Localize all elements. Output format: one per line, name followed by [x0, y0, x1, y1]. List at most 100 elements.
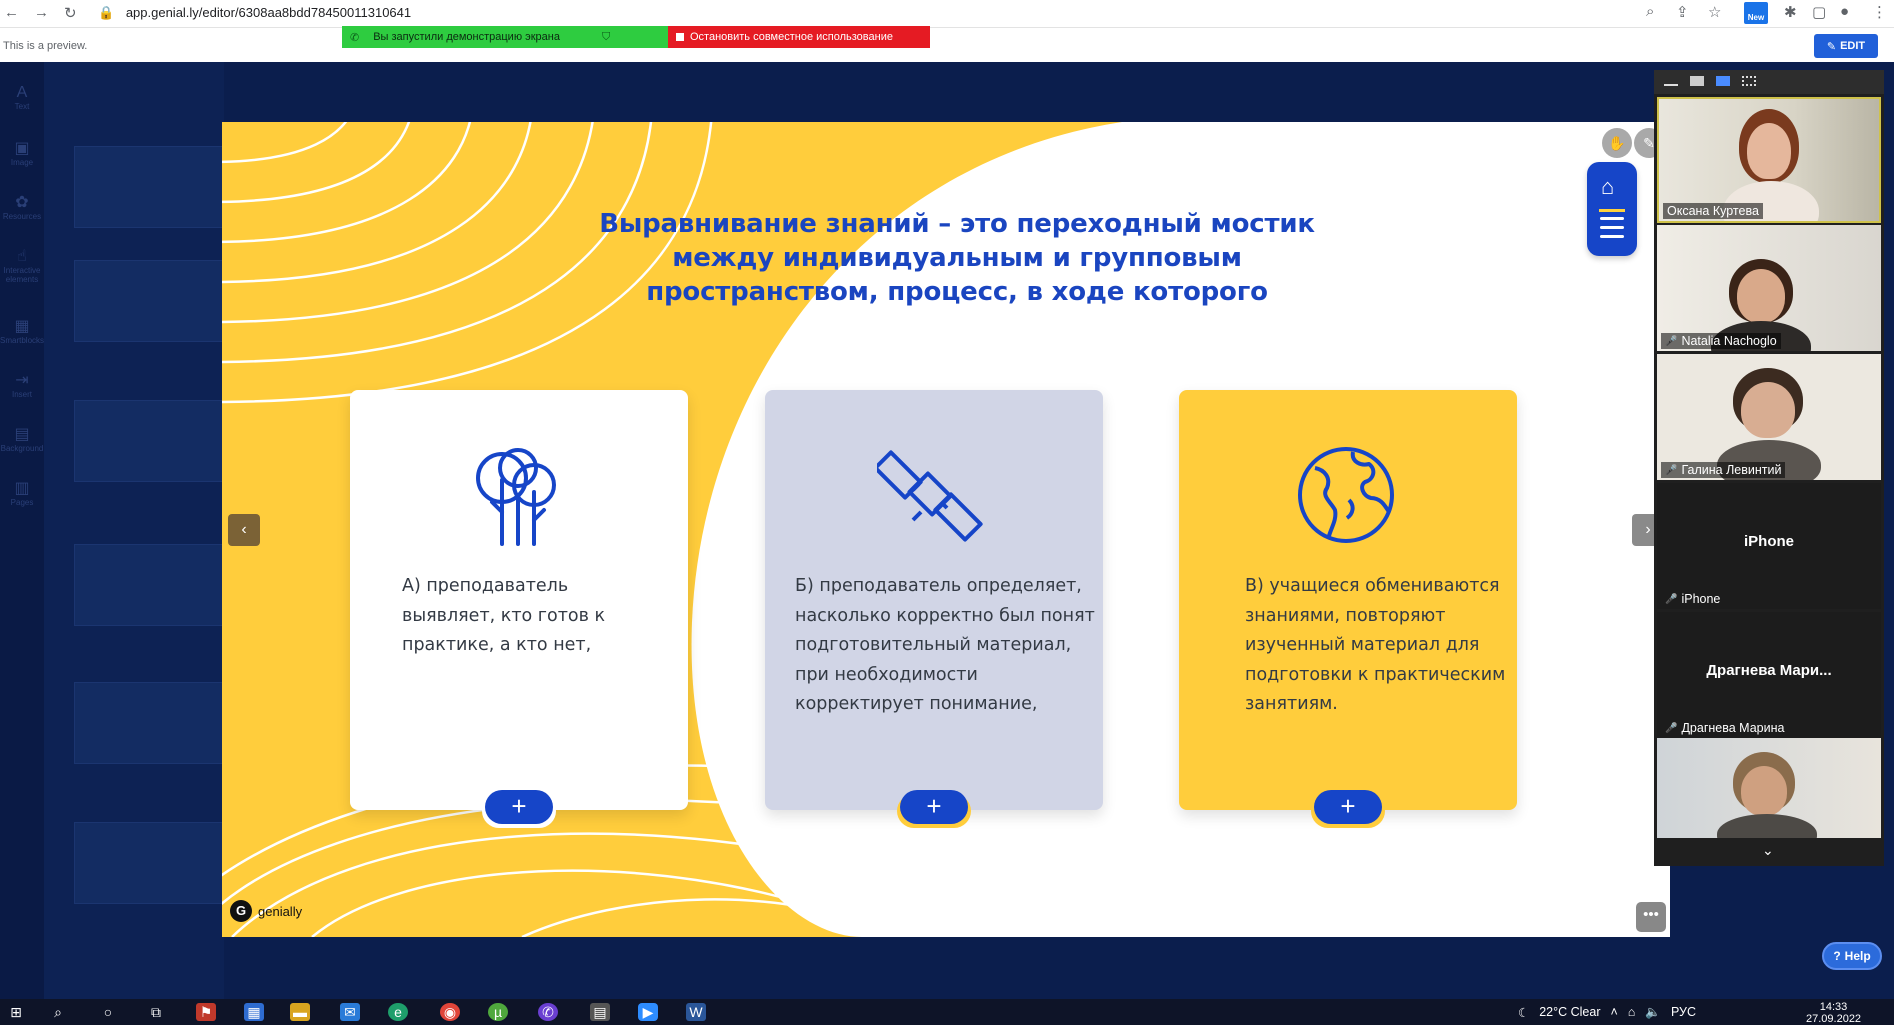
- mail-icon[interactable]: ✉: [340, 1003, 360, 1021]
- participant-name: 🎤 Natalia Nachoglo: [1661, 333, 1781, 349]
- presentation-slide: Выравнивание знаний – это переходный мос…: [222, 122, 1670, 937]
- phone-icon: ✆: [350, 31, 360, 44]
- video-panel-toolbar: [1654, 70, 1884, 94]
- address-bar[interactable]: 🔒 app.genial.ly/editor/6308aa8bdd7845001…: [98, 5, 1658, 25]
- notepad-icon[interactable]: ▤: [590, 1003, 610, 1021]
- help-icon: ?: [1833, 949, 1841, 963]
- participant-tile[interactable]: 🎤 Natalia Nachoglo: [1657, 225, 1881, 351]
- forward-icon[interactable]: →: [34, 4, 49, 21]
- network-icon[interactable]: ⌂: [1628, 1005, 1636, 1019]
- participant-tile[interactable]: [1657, 738, 1881, 838]
- more-options-button[interactable]: •••: [1636, 902, 1666, 932]
- store-icon[interactable]: ▦: [244, 1003, 264, 1021]
- nav-divider: [1599, 209, 1625, 212]
- rail-item-resources[interactable]: ✿ Resources: [0, 192, 44, 221]
- task-view-icon[interactable]: ⧉: [146, 1003, 166, 1021]
- slide-title: Выравнивание знаний – это переходный мос…: [552, 207, 1362, 309]
- app-icon[interactable]: ⚑: [196, 1003, 216, 1021]
- chrome-icon[interactable]: ◉: [440, 1003, 460, 1021]
- taskbar-clock[interactable]: 14:33 27.09.2022: [1806, 1001, 1861, 1025]
- rail-item-insert[interactable]: ⇥ Insert: [0, 370, 44, 399]
- rail-item-image[interactable]: ▣ Image: [0, 138, 44, 167]
- page-thumbnails: [44, 62, 264, 999]
- viber-icon[interactable]: ✆: [538, 1003, 558, 1021]
- utorrent-icon[interactable]: µ: [488, 1003, 508, 1021]
- rail-item-background[interactable]: ▤ Background: [0, 424, 44, 453]
- word-icon[interactable]: W: [686, 1003, 706, 1021]
- participant-tile[interactable]: iPhone 🎤 iPhone: [1657, 483, 1881, 609]
- menu-icon[interactable]: [1600, 217, 1624, 244]
- card-text-a: А) преподаватель выявляет, кто готов к п…: [402, 576, 606, 655]
- genially-logo[interactable]: G genially: [230, 900, 302, 922]
- gallery-grid-icon[interactable]: [1742, 76, 1756, 86]
- previous-slide-button[interactable]: ‹: [228, 514, 260, 546]
- tray-chevron-icon[interactable]: ˄: [1611, 1005, 1618, 1019]
- gallery-strip-icon[interactable]: [1716, 76, 1730, 86]
- rail-item-smartblocks[interactable]: ▦ Smartblocks: [0, 316, 44, 345]
- edit-label: EDIT: [1840, 40, 1866, 52]
- expand-plus-button[interactable]: +: [900, 790, 968, 824]
- preview-bar: This is a preview. ✎ EDIT: [0, 28, 1894, 62]
- bookmark-star-icon[interactable]: ☆: [1708, 3, 1721, 21]
- participant-tile[interactable]: Оксана Куртева: [1657, 97, 1881, 223]
- hand-icon[interactable]: ✋: [1602, 128, 1632, 158]
- clock-time: 14:33: [1819, 1001, 1848, 1013]
- speaker-view-icon[interactable]: [1690, 76, 1704, 86]
- share-icon[interactable]: ⇪: [1676, 3, 1689, 21]
- back-icon[interactable]: ←: [4, 4, 19, 21]
- more-vert-icon[interactable]: ⋮: [1872, 3, 1887, 21]
- minimize-icon[interactable]: [1664, 76, 1678, 86]
- volume-icon[interactable]: 🔈: [1645, 1005, 1661, 1020]
- participant-tile[interactable]: Драгнева Мари... 🎤 Драгнева Марина: [1657, 612, 1881, 738]
- slide-title-line: пространством, процесс, в ходе которого: [646, 277, 1268, 307]
- lock-icon: 🔒: [98, 5, 115, 20]
- satellite-icon: [877, 450, 983, 542]
- browser-toolbar: ← → ↻ 🔒 app.genial.ly/editor/6308aa8bdd7…: [0, 0, 1894, 28]
- stop-share-button[interactable]: Остановить совместное использование: [668, 26, 930, 48]
- sidebar-icon[interactable]: ▢: [1812, 3, 1826, 21]
- file-explorer-icon[interactable]: ▬: [290, 1003, 310, 1021]
- slide-title-line: между индивидуальным и групповым: [672, 243, 1242, 273]
- search-icon[interactable]: ⌕: [1646, 3, 1654, 20]
- participant-name: 🎤 Галина Левинтий: [1661, 462, 1786, 478]
- stop-share-label: Остановить совместное использование: [690, 31, 893, 43]
- mic-muted-icon: 🎤: [1665, 335, 1678, 347]
- new-extension-badge[interactable]: New: [1744, 2, 1768, 24]
- edge-icon[interactable]: e: [388, 1003, 408, 1021]
- rail-item-pages[interactable]: ▥ Pages: [0, 478, 44, 507]
- language-indicator[interactable]: РУС: [1671, 1005, 1696, 1019]
- genially-brand-text: genially: [258, 903, 303, 919]
- expand-plus-button[interactable]: +: [485, 790, 553, 824]
- screen-share-banner: ✆ Вы запустили демонстрацию экрана ⛉ Ост…: [342, 26, 930, 48]
- weather-text[interactable]: 22°C Clear: [1539, 1005, 1600, 1019]
- trees-icon: [476, 448, 556, 546]
- share-status-text: Вы запустили демонстрацию экрана: [373, 31, 560, 43]
- windows-start-icon[interactable]: ⊞: [6, 1003, 26, 1021]
- scroll-down-icon[interactable]: ⌄: [1762, 842, 1774, 859]
- profile-avatar-icon[interactable]: ●: [1840, 3, 1849, 20]
- stop-icon: [676, 33, 684, 41]
- participant-name: 🎤 Драгнева Марина: [1665, 721, 1785, 735]
- globe-icon: [1298, 447, 1394, 543]
- slide-title-line: Выравнивание знаний – это переходный мос…: [599, 209, 1315, 239]
- reload-icon[interactable]: ↻: [64, 4, 77, 22]
- mic-muted-icon: 🎤: [1665, 464, 1678, 476]
- search-icon[interactable]: ⌕: [48, 1003, 68, 1021]
- mic-muted-icon: 🎤: [1665, 593, 1678, 605]
- moon-icon: ☾: [1518, 1005, 1530, 1020]
- zoom-icon[interactable]: ▶: [638, 1003, 658, 1021]
- system-tray: ☾ 22°C Clear ˄ ⌂ 🔈 РУС: [1518, 999, 1696, 1025]
- address-url: app.genial.ly/editor/6308aa8bdd784500113…: [125, 5, 412, 20]
- slide-nav-pill: ⌂: [1587, 162, 1637, 256]
- rail-item-interactive[interactable]: ☝ Interactive elements: [0, 246, 44, 284]
- rail-item-text[interactable]: A Text: [0, 84, 44, 111]
- share-status: ✆ Вы запустили демонстрацию экрана ⛉: [342, 26, 668, 48]
- cortana-icon[interactable]: ○: [98, 1003, 118, 1021]
- help-button[interactable]: ? Help: [1822, 942, 1882, 970]
- home-icon[interactable]: ⌂: [1601, 174, 1614, 200]
- edit-button[interactable]: ✎ EDIT: [1814, 34, 1878, 58]
- mic-muted-icon: 🎤: [1665, 722, 1678, 734]
- extensions-icon[interactable]: ✱: [1784, 3, 1797, 21]
- expand-plus-button[interactable]: +: [1314, 790, 1382, 824]
- participant-tile[interactable]: 🎤 Галина Левинтий: [1657, 354, 1881, 480]
